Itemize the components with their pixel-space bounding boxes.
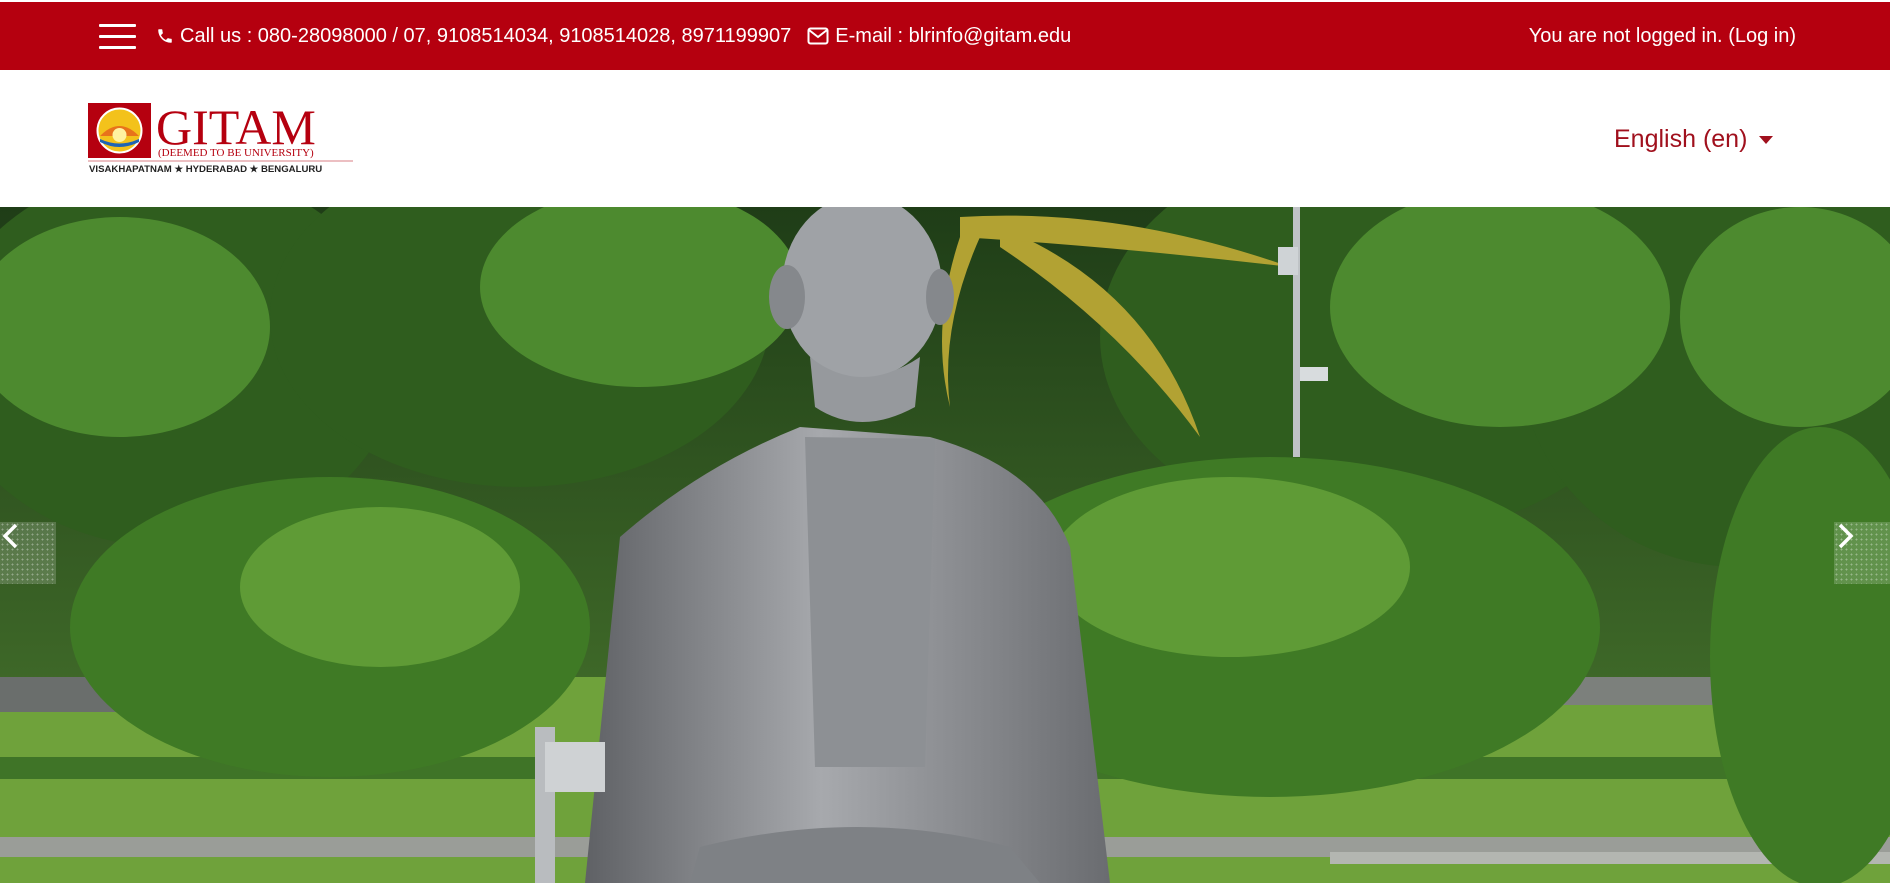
logo-subtitle: (DEEMED TO BE UNIVERSITY): [158, 147, 314, 159]
hamburger-menu-icon[interactable]: [99, 22, 136, 50]
logo-campuses: VISAKHAPATNAM ★ HYDERABAD ★ BENGALURU: [89, 164, 322, 175]
phone-icon: [156, 27, 174, 45]
slider-prev-button[interactable]: [0, 522, 56, 584]
gitam-logo[interactable]: GITAM (DEEMED TO BE UNIVERSITY) VISAKHAP…: [88, 99, 358, 177]
caret-down-icon: [1759, 136, 1774, 144]
login-link[interactable]: (Log in): [1728, 25, 1796, 47]
site-header: GITAM (DEEMED TO BE UNIVERSITY) VISAKHAP…: [0, 70, 1890, 207]
login-status: You are not logged in. (Log in): [1529, 2, 1796, 70]
slider-next-button[interactable]: [1834, 522, 1890, 584]
language-label: English (en): [1614, 125, 1748, 153]
contact-info: Call us : 080-28098000 / 07, 9108514034,…: [156, 2, 1071, 70]
call-us-text: Call us : 080-28098000 / 07, 9108514034,…: [180, 25, 792, 47]
language-selector[interactable]: English (en): [1614, 122, 1774, 156]
hero-slider: [0, 207, 1890, 883]
email-text: E-mail : blrinfo@gitam.edu: [835, 25, 1072, 47]
top-bar: Call us : 080-28098000 / 07, 9108514034,…: [0, 2, 1890, 70]
hero-image: [0, 207, 1890, 883]
login-status-text: You are not logged in.: [1528, 25, 1729, 47]
envelope-icon: [807, 27, 829, 45]
